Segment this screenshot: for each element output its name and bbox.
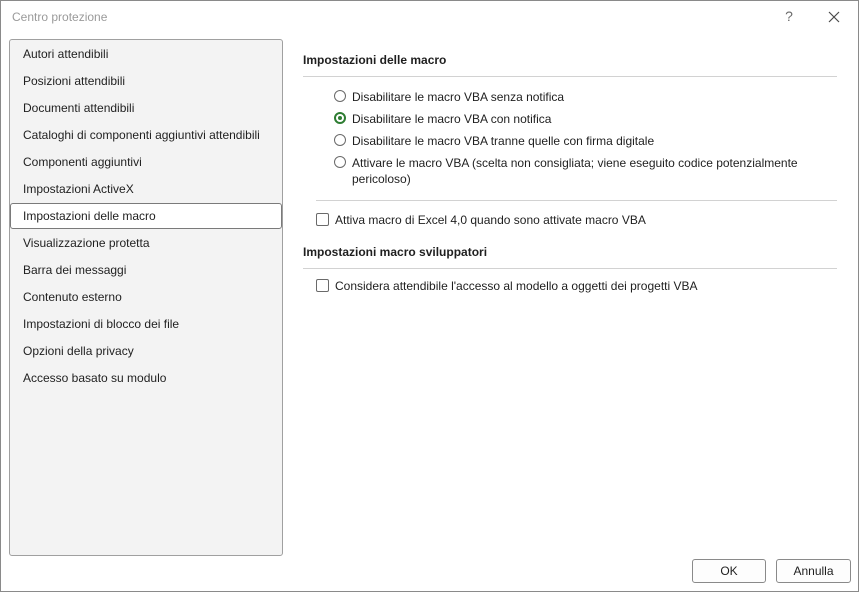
radio-disable-except-signed[interactable]: Disabilitare le macro VBA tranne quelle … <box>334 133 654 149</box>
cancel-button[interactable]: Annulla <box>776 559 851 583</box>
sidebar-item-addins[interactable]: Componenti aggiuntivi <box>10 149 282 175</box>
radio-disable-with-notification[interactable]: Disabilitare le macro VBA con notifica <box>334 111 551 127</box>
sidebar-item-form-based-access[interactable]: Accesso basato su modulo <box>10 365 282 391</box>
radio-label: Disabilitare le macro VBA tranne quelle … <box>352 134 655 148</box>
checkbox[interactable] <box>316 213 329 226</box>
radio-label: Attivare le macro VBA (scelta non consig… <box>352 156 798 186</box>
macro-settings-header: Impostazioni delle macro <box>303 53 447 67</box>
title-bar: Centro protezione ? <box>1 1 858 33</box>
sidebar-item-trusted-locations[interactable]: Posizioni attendibili <box>10 68 282 94</box>
ok-button[interactable]: OK <box>692 559 766 583</box>
radio-button-selected[interactable] <box>334 112 346 124</box>
sidebar-item-trusted-publishers[interactable]: Autori attendibili <box>10 41 282 67</box>
trust-center-dialog: Centro protezione ? Autori attendibili P… <box>0 0 859 592</box>
sidebar-item-message-bar[interactable]: Barra dei messaggi <box>10 257 282 283</box>
sidebar-item-activex-settings[interactable]: Impostazioni ActiveX <box>10 176 282 202</box>
radio-label: Disabilitare le macro VBA senza notifica <box>352 90 565 104</box>
close-button[interactable] <box>821 5 847 29</box>
help-button[interactable]: ? <box>777 5 801 29</box>
category-sidebar: Autori attendibili Posizioni attendibili… <box>9 39 283 556</box>
checkbox-trust-vba-object-model[interactable]: Considera attendibile l'accesso al model… <box>316 278 698 294</box>
developer-settings-header: Impostazioni macro sviluppatori <box>303 245 488 259</box>
radio-button[interactable] <box>334 156 346 168</box>
developer-settings-divider <box>303 268 837 269</box>
sidebar-item-file-block-settings[interactable]: Impostazioni di blocco dei file <box>10 311 282 337</box>
window-title: Centro protezione <box>12 10 108 24</box>
excel4-divider <box>316 200 837 201</box>
sidebar-item-trusted-addin-catalogs[interactable]: Cataloghi di componenti aggiuntivi atten… <box>10 122 282 148</box>
close-icon <box>828 11 840 23</box>
radio-label: Disabilitare le macro VBA con notifica <box>352 112 552 126</box>
radio-disable-without-notification[interactable]: Disabilitare le macro VBA senza notifica <box>334 89 564 105</box>
sidebar-item-external-content[interactable]: Contenuto esterno <box>10 284 282 310</box>
checkbox-label: Attiva macro di Excel 4,0 quando sono at… <box>335 213 646 227</box>
sidebar-item-macro-settings[interactable]: Impostazioni delle macro <box>10 203 282 229</box>
radio-enable-all-macros[interactable]: Attivare le macro VBA (scelta non consig… <box>334 155 804 187</box>
sidebar-item-protected-view[interactable]: Visualizzazione protetta <box>10 230 282 256</box>
radio-button[interactable] <box>334 90 346 102</box>
sidebar-item-privacy-options[interactable]: Opzioni della privacy <box>10 338 282 364</box>
macro-settings-divider <box>303 76 837 77</box>
checkbox-excel4-macros[interactable]: Attiva macro di Excel 4,0 quando sono at… <box>316 212 646 228</box>
checkbox[interactable] <box>316 279 329 292</box>
radio-button[interactable] <box>334 134 346 146</box>
checkbox-label: Considera attendibile l'accesso al model… <box>335 279 698 293</box>
sidebar-item-trusted-documents[interactable]: Documenti attendibili <box>10 95 282 121</box>
